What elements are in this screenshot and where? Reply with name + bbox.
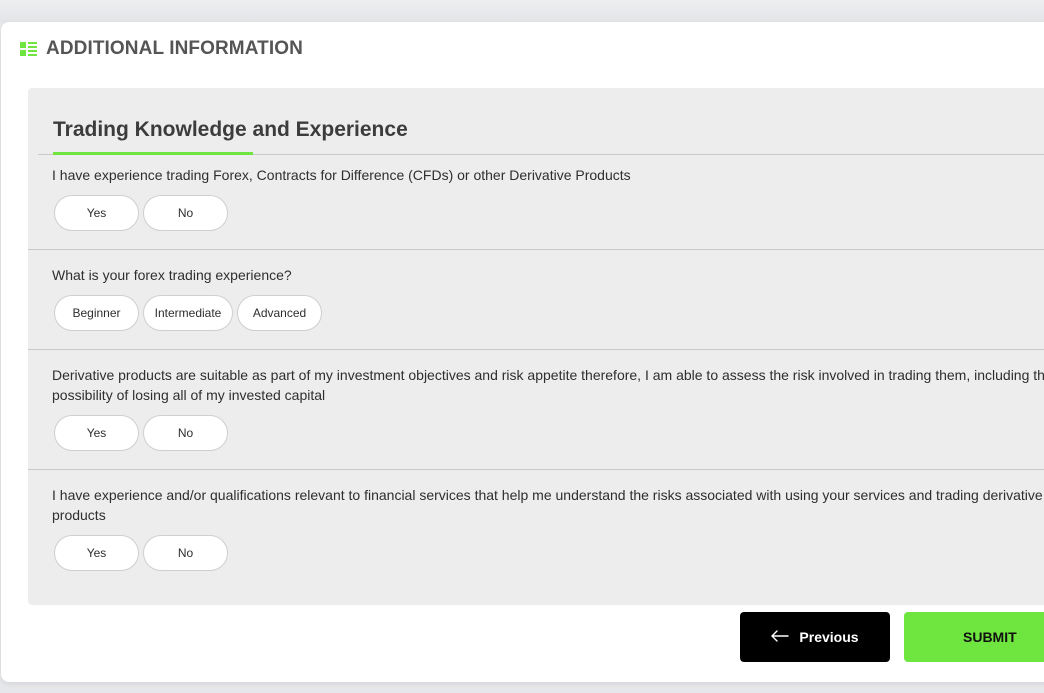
question-derivatives-suitable: Derivative products are suitable as part… <box>28 350 1044 470</box>
submit-label: SUBMIT <box>963 629 1017 645</box>
page-background <box>0 0 1044 22</box>
option-no[interactable]: No <box>143 535 228 571</box>
question-text: I have experience and/or qualifications … <box>52 487 1043 523</box>
answer-options: Beginner Intermediate Advanced <box>54 295 322 331</box>
card-header: ADDITIONAL INFORMATION <box>20 36 303 62</box>
option-beginner[interactable]: Beginner <box>54 295 139 331</box>
section-title: Trading Knowledge and Experience <box>53 118 408 141</box>
answer-options: Yes No <box>54 415 228 451</box>
answer-options: Yes No <box>54 195 228 231</box>
question-forex-experience: I have experience trading Forex, Contrac… <box>28 155 1044 250</box>
option-advanced[interactable]: Advanced <box>237 295 322 331</box>
option-yes[interactable]: Yes <box>54 535 139 571</box>
option-no[interactable]: No <box>143 195 228 231</box>
option-yes[interactable]: Yes <box>54 415 139 451</box>
option-yes[interactable]: Yes <box>54 195 139 231</box>
trading-knowledge-panel: Trading Knowledge and Experience I have … <box>28 88 1044 605</box>
list-icon <box>20 41 38 57</box>
question-text: Derivative products are suitable as part… <box>52 367 1044 403</box>
previous-button[interactable]: Previous <box>740 612 890 662</box>
option-intermediate[interactable]: Intermediate <box>143 295 233 331</box>
question-qualifications: I have experience and/or qualifications … <box>28 470 1044 590</box>
submit-button[interactable]: SUBMIT <box>904 612 1044 662</box>
answer-options: Yes No <box>54 535 228 571</box>
option-no[interactable]: No <box>143 415 228 451</box>
arrow-left-icon <box>771 629 790 645</box>
question-text: What is your forex trading experience? <box>52 267 292 283</box>
question-forex-level: What is your forex trading experience? B… <box>28 250 1044 350</box>
page-title: ADDITIONAL INFORMATION <box>46 38 303 59</box>
question-text: I have experience trading Forex, Contrac… <box>52 167 631 183</box>
previous-label: Previous <box>799 629 859 645</box>
